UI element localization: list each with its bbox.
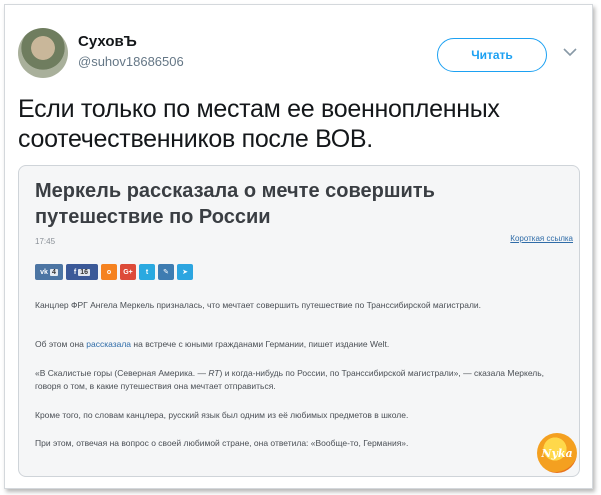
twitter-icon: t	[145, 268, 149, 276]
facebook-share-button[interactable]: f 16	[66, 264, 98, 280]
vk-icon: vk	[40, 268, 48, 276]
article-title: Меркель рассказала о мечте совершить пут…	[35, 180, 435, 228]
telegram-icon: ➤	[182, 269, 188, 276]
text: на встрече с юными гражданами Германии, …	[131, 339, 390, 349]
vk-share-button[interactable]: vk 4	[35, 264, 63, 280]
article-time: 17:45	[35, 237, 56, 246]
author-handle[interactable]: @suhov18686506	[78, 54, 184, 69]
livejournal-icon: ✎	[163, 269, 169, 276]
follow-button[interactable]: Читать	[437, 38, 547, 72]
article-link[interactable]: рассказала	[86, 339, 131, 349]
author-display-name[interactable]: СуховЪ	[78, 33, 137, 50]
article-paragraph: При этом, отвечая на вопрос о своей люби…	[35, 438, 409, 448]
short-link[interactable]: Короткая ссылка	[510, 234, 573, 243]
text: «В Скалистые горы (Северная Америка. —	[35, 368, 209, 378]
odnoklassniki-share-button[interactable]: о	[101, 264, 117, 280]
article-paragraph: Канцлер ФРГ Ангела Меркель призналась, ч…	[35, 300, 482, 310]
share-count: 4	[49, 268, 58, 276]
watermark-logo: Nyka	[537, 433, 577, 473]
chevron-down-icon[interactable]	[562, 46, 578, 58]
share-buttons: vk 4 f 16 о G+ t ✎ ➤	[35, 264, 193, 280]
tweet-text: Если только по местам ее военнопленных с…	[18, 95, 500, 153]
text: RT	[208, 368, 220, 378]
embedded-article-image: Меркель рассказала о мечте совершить пут…	[18, 165, 580, 477]
article-paragraph: Об этом она рассказала на встрече с юным…	[35, 338, 565, 351]
article-paragraph: Кроме того, по словам канцлера, русский …	[35, 410, 409, 420]
odnoklassniki-icon: о	[106, 268, 112, 276]
avatar[interactable]	[18, 28, 68, 78]
google-plus-share-button[interactable]: G+	[120, 264, 136, 280]
google-plus-icon: G+	[123, 268, 133, 276]
livejournal-share-button[interactable]: ✎	[158, 264, 174, 280]
logo-text: Nyka	[541, 446, 573, 460]
telegram-share-button[interactable]: ➤	[177, 264, 193, 280]
article-paragraph: «В Скалистые горы (Северная Америка. — R…	[35, 367, 565, 393]
facebook-icon: f	[73, 268, 77, 276]
share-count: 16	[78, 268, 91, 276]
text: Об этом она	[35, 339, 87, 349]
twitter-share-button[interactable]: t	[139, 264, 155, 280]
